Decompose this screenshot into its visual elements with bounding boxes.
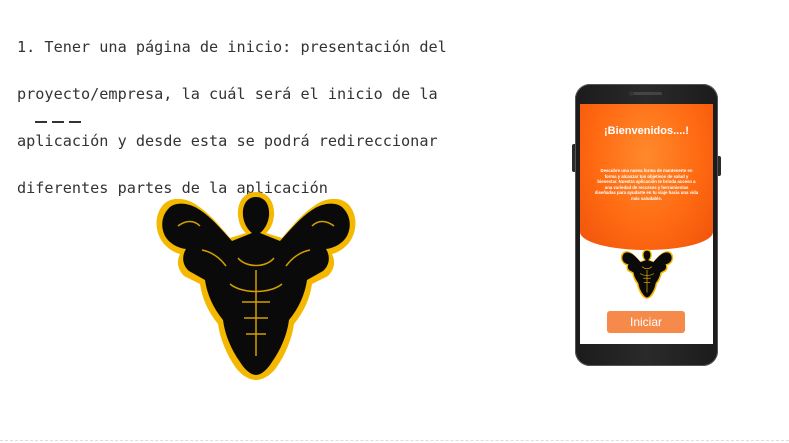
description-line: 1. Tener una página de inicio: presentac… — [17, 37, 447, 56]
phone-screen: ¡Bienvenidos....! Descubre una nueva for… — [580, 104, 713, 344]
dash — [52, 121, 64, 123]
bottom-divider — [0, 440, 789, 441]
separator-dashes — [35, 121, 81, 123]
description-line: aplicación y desde esta se podrá redirec… — [17, 131, 438, 150]
phone-mockup: ¡Bienvenidos....! Descubre una nueva for… — [572, 84, 721, 366]
phone-camera — [629, 91, 634, 96]
welcome-text: Descubre una nueva forma de mantenerte e… — [594, 168, 699, 201]
description-line: proyecto/empresa, la cuál será el inicio… — [17, 84, 438, 103]
welcome-title: ¡Bienvenidos....! — [604, 125, 689, 137]
dash — [69, 121, 81, 123]
bodybuilder-logo-icon — [620, 249, 674, 299]
phone-side-button — [718, 156, 721, 176]
dash — [35, 121, 47, 123]
start-button[interactable]: Iniciar — [607, 311, 685, 333]
phone-side-button — [572, 144, 575, 172]
bodybuilder-logo-icon — [156, 192, 356, 380]
phone-speaker — [631, 92, 662, 95]
